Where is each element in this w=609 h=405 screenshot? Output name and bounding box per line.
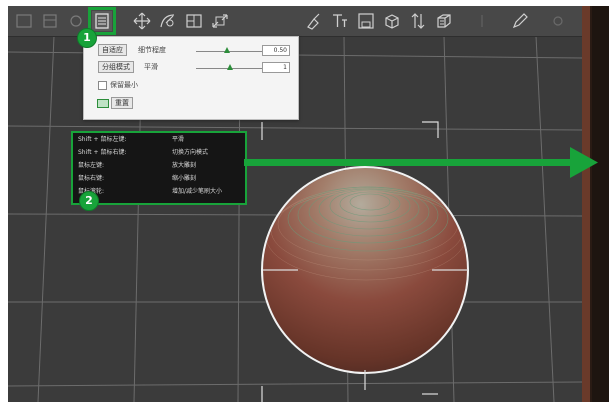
step-badge-1: 1 <box>77 28 97 48</box>
step-badge-2: 2 <box>79 191 99 211</box>
